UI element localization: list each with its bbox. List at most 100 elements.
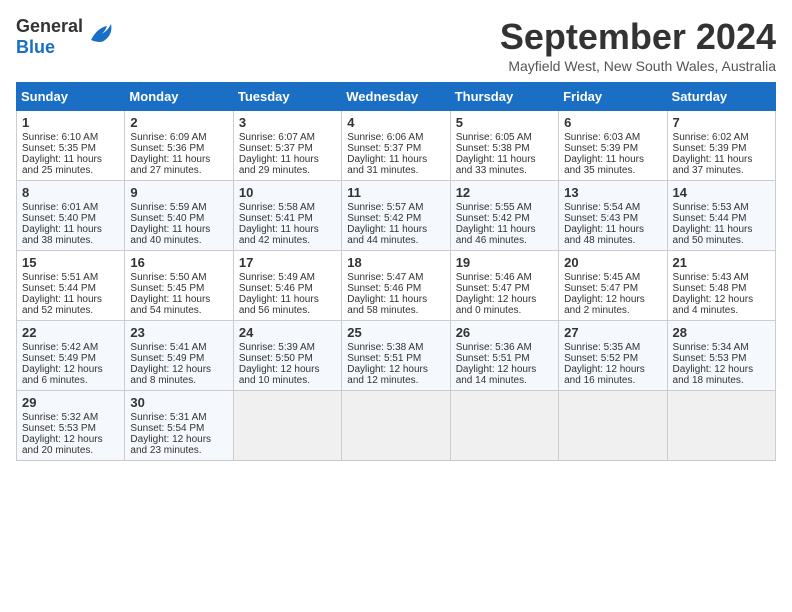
daylight-label: Daylight: 11 hours and 50 minutes. <box>673 224 753 246</box>
sunrise-label: Sunrise: 6:09 AM <box>130 132 206 143</box>
calendar-cell: 4 Sunrise: 6:06 AM Sunset: 5:37 PM Dayli… <box>342 111 450 181</box>
sunset-label: Sunset: 5:39 PM <box>564 143 638 154</box>
daylight-label: Daylight: 11 hours and 38 minutes. <box>22 224 102 246</box>
sunrise-label: Sunrise: 5:59 AM <box>130 202 206 213</box>
sunrise-label: Sunrise: 5:35 AM <box>564 342 640 353</box>
daylight-label: Daylight: 12 hours and 10 minutes. <box>239 364 320 386</box>
daylight-label: Daylight: 12 hours and 2 minutes. <box>564 294 645 316</box>
sunset-label: Sunset: 5:50 PM <box>239 353 313 364</box>
sunrise-label: Sunrise: 5:39 AM <box>239 342 315 353</box>
calendar-cell: 28 Sunrise: 5:34 AM Sunset: 5:53 PM Dayl… <box>667 321 775 391</box>
daylight-label: Daylight: 12 hours and 12 minutes. <box>347 364 428 386</box>
calendar-cell: 29 Sunrise: 5:32 AM Sunset: 5:53 PM Dayl… <box>17 391 125 461</box>
sunrise-label: Sunrise: 5:38 AM <box>347 342 423 353</box>
daylight-label: Daylight: 11 hours and 54 minutes. <box>130 294 210 316</box>
calendar-cell: 25 Sunrise: 5:38 AM Sunset: 5:51 PM Dayl… <box>342 321 450 391</box>
calendar-cell: 10 Sunrise: 5:58 AM Sunset: 5:41 PM Dayl… <box>233 181 341 251</box>
calendar-cell: 26 Sunrise: 5:36 AM Sunset: 5:51 PM Dayl… <box>450 321 558 391</box>
logo-blue: Blue <box>16 37 55 57</box>
calendar-cell: 22 Sunrise: 5:42 AM Sunset: 5:49 PM Dayl… <box>17 321 125 391</box>
day-number: 7 <box>673 115 770 130</box>
sunset-label: Sunset: 5:41 PM <box>239 213 313 224</box>
calendar-cell: 17 Sunrise: 5:49 AM Sunset: 5:46 PM Dayl… <box>233 251 341 321</box>
sunset-label: Sunset: 5:40 PM <box>22 213 96 224</box>
sunset-label: Sunset: 5:37 PM <box>347 143 421 154</box>
sunrise-label: Sunrise: 5:32 AM <box>22 412 98 423</box>
weekday-header-friday: Friday <box>559 83 667 111</box>
calendar-cell <box>342 391 450 461</box>
sunset-label: Sunset: 5:35 PM <box>22 143 96 154</box>
day-number: 17 <box>239 255 336 270</box>
day-number: 4 <box>347 115 444 130</box>
sunset-label: Sunset: 5:46 PM <box>239 283 313 294</box>
sunrise-label: Sunrise: 5:49 AM <box>239 272 315 283</box>
day-number: 23 <box>130 325 227 340</box>
sunrise-label: Sunrise: 6:10 AM <box>22 132 98 143</box>
calendar-cell: 3 Sunrise: 6:07 AM Sunset: 5:37 PM Dayli… <box>233 111 341 181</box>
calendar-cell: 21 Sunrise: 5:43 AM Sunset: 5:48 PM Dayl… <box>667 251 775 321</box>
daylight-label: Daylight: 11 hours and 37 minutes. <box>673 154 753 176</box>
daylight-label: Daylight: 12 hours and 8 minutes. <box>130 364 211 386</box>
sunrise-label: Sunrise: 5:58 AM <box>239 202 315 213</box>
daylight-label: Daylight: 11 hours and 46 minutes. <box>456 224 536 246</box>
sunrise-label: Sunrise: 5:36 AM <box>456 342 532 353</box>
sunset-label: Sunset: 5:42 PM <box>347 213 421 224</box>
day-number: 22 <box>22 325 119 340</box>
daylight-label: Daylight: 11 hours and 52 minutes. <box>22 294 102 316</box>
day-number: 19 <box>456 255 553 270</box>
day-number: 9 <box>130 185 227 200</box>
sunset-label: Sunset: 5:51 PM <box>347 353 421 364</box>
weekday-header-thursday: Thursday <box>450 83 558 111</box>
day-number: 24 <box>239 325 336 340</box>
day-number: 8 <box>22 185 119 200</box>
daylight-label: Daylight: 11 hours and 42 minutes. <box>239 224 319 246</box>
daylight-label: Daylight: 12 hours and 4 minutes. <box>673 294 754 316</box>
weekday-header-saturday: Saturday <box>667 83 775 111</box>
sunset-label: Sunset: 5:46 PM <box>347 283 421 294</box>
day-number: 5 <box>456 115 553 130</box>
sunset-label: Sunset: 5:47 PM <box>456 283 530 294</box>
day-number: 6 <box>564 115 661 130</box>
sunset-label: Sunset: 5:53 PM <box>22 423 96 434</box>
sunrise-label: Sunrise: 5:41 AM <box>130 342 206 353</box>
calendar-week-row: 22 Sunrise: 5:42 AM Sunset: 5:49 PM Dayl… <box>17 321 776 391</box>
calendar-table: SundayMondayTuesdayWednesdayThursdayFrid… <box>16 82 776 461</box>
sunrise-label: Sunrise: 5:55 AM <box>456 202 532 213</box>
sunset-label: Sunset: 5:40 PM <box>130 213 204 224</box>
weekday-header-wednesday: Wednesday <box>342 83 450 111</box>
calendar-cell: 19 Sunrise: 5:46 AM Sunset: 5:47 PM Dayl… <box>450 251 558 321</box>
logo-bird-icon <box>87 20 115 54</box>
sunset-label: Sunset: 5:53 PM <box>673 353 747 364</box>
daylight-label: Daylight: 11 hours and 35 minutes. <box>564 154 644 176</box>
day-number: 15 <box>22 255 119 270</box>
sunset-label: Sunset: 5:48 PM <box>673 283 747 294</box>
daylight-label: Daylight: 11 hours and 25 minutes. <box>22 154 102 176</box>
calendar-cell: 20 Sunrise: 5:45 AM Sunset: 5:47 PM Dayl… <box>559 251 667 321</box>
calendar-week-row: 15 Sunrise: 5:51 AM Sunset: 5:44 PM Dayl… <box>17 251 776 321</box>
day-number: 13 <box>564 185 661 200</box>
daylight-label: Daylight: 11 hours and 31 minutes. <box>347 154 427 176</box>
month-title: September 2024 <box>500 16 776 58</box>
day-number: 20 <box>564 255 661 270</box>
day-number: 29 <box>22 395 119 410</box>
sunset-label: Sunset: 5:47 PM <box>564 283 638 294</box>
calendar-cell <box>559 391 667 461</box>
weekday-header-monday: Monday <box>125 83 233 111</box>
day-number: 25 <box>347 325 444 340</box>
sunrise-label: Sunrise: 5:46 AM <box>456 272 532 283</box>
daylight-label: Daylight: 11 hours and 33 minutes. <box>456 154 536 176</box>
calendar-cell: 30 Sunrise: 5:31 AM Sunset: 5:54 PM Dayl… <box>125 391 233 461</box>
sunset-label: Sunset: 5:44 PM <box>673 213 747 224</box>
sunrise-label: Sunrise: 5:54 AM <box>564 202 640 213</box>
sunset-label: Sunset: 5:38 PM <box>456 143 530 154</box>
sunset-label: Sunset: 5:54 PM <box>130 423 204 434</box>
sunset-label: Sunset: 5:51 PM <box>456 353 530 364</box>
sunrise-label: Sunrise: 6:07 AM <box>239 132 315 143</box>
sunrise-label: Sunrise: 5:53 AM <box>673 202 749 213</box>
day-number: 12 <box>456 185 553 200</box>
calendar-cell: 6 Sunrise: 6:03 AM Sunset: 5:39 PM Dayli… <box>559 111 667 181</box>
daylight-label: Daylight: 12 hours and 6 minutes. <box>22 364 103 386</box>
title-block: September 2024 Mayfield West, New South … <box>500 16 776 74</box>
calendar-cell: 13 Sunrise: 5:54 AM Sunset: 5:43 PM Dayl… <box>559 181 667 251</box>
daylight-label: Daylight: 12 hours and 20 minutes. <box>22 434 103 456</box>
